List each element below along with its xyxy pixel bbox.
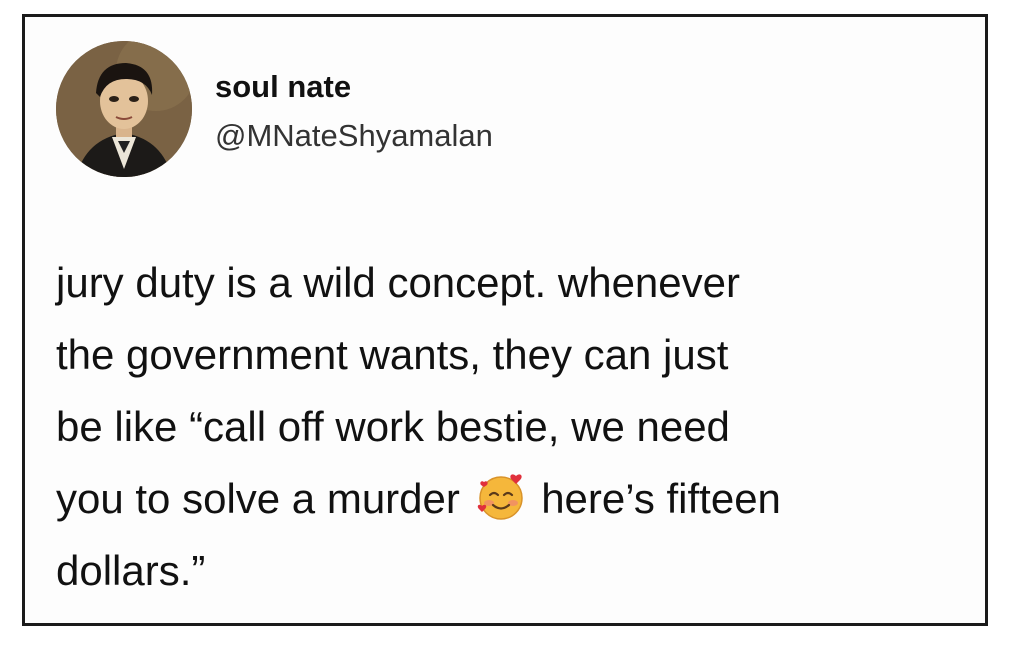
tweet-text: jury duty is a wild concept. whenever th… <box>56 247 981 607</box>
avatar[interactable] <box>56 41 192 177</box>
profile-avatar-icon <box>56 41 192 177</box>
tweet-line: you to solve a murder here’s fifteen <box>56 463 981 535</box>
tweet-line: be like “call off work bestie, we need <box>56 403 730 450</box>
tweet-line-segment: here’s fifteen <box>529 475 781 522</box>
smiling-face-with-hearts-icon <box>476 472 526 522</box>
tweet-line: the government wants, they can just <box>56 331 729 378</box>
user-handle[interactable]: @MNateShyamalan <box>215 118 493 154</box>
tweet-line-segment: you to solve a murder <box>56 475 472 522</box>
display-name[interactable]: soul nate <box>215 69 351 105</box>
tweet-line: dollars.” <box>56 547 206 594</box>
tweet-line: jury duty is a wild concept. whenever <box>56 259 740 306</box>
tweet-card: soul nate @MNateShyamalan jury duty is a… <box>22 14 988 626</box>
